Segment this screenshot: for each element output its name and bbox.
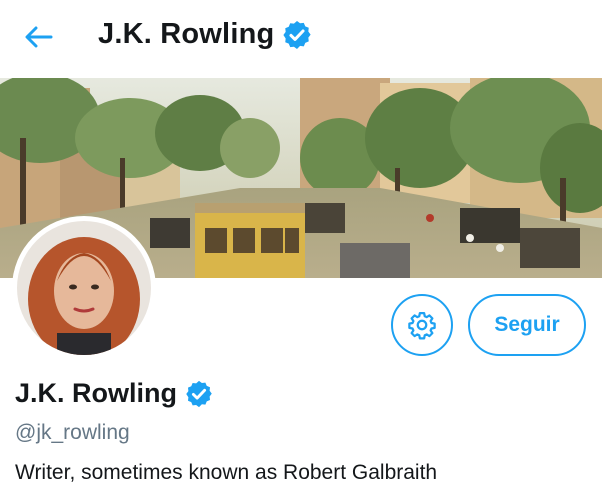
verified-badge-icon bbox=[281, 19, 313, 51]
verified-badge-icon bbox=[184, 379, 214, 409]
settings-button[interactable] bbox=[391, 294, 453, 356]
profile-name-row: J.K. Rowling bbox=[15, 378, 214, 409]
profile-bio: Writer, sometimes known as Robert Galbra… bbox=[15, 461, 438, 484]
back-button[interactable] bbox=[22, 20, 56, 54]
gear-icon bbox=[408, 312, 436, 340]
avatar bbox=[17, 221, 151, 355]
arrow-left-icon bbox=[25, 26, 53, 48]
header-title: J.K. Rowling bbox=[98, 18, 275, 50]
profile-handle: @jk_rowling bbox=[15, 421, 130, 444]
header-title-row: J.K. Rowling bbox=[98, 18, 313, 51]
profile-display-name: J.K. Rowling bbox=[15, 378, 177, 408]
top-app-bar: J.K. Rowling bbox=[0, 0, 602, 78]
follow-button[interactable]: Seguir bbox=[468, 294, 586, 356]
profile-avatar[interactable] bbox=[12, 216, 156, 360]
